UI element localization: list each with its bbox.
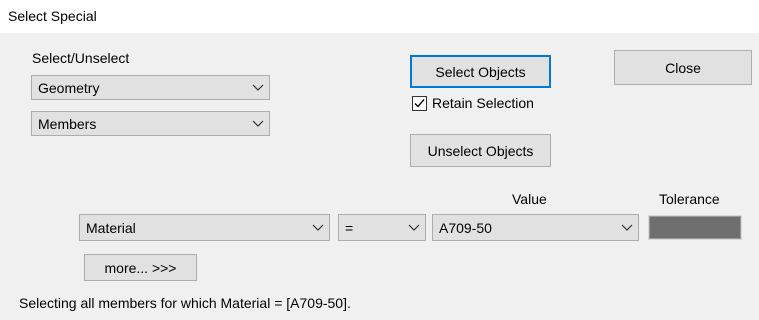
title-bar: Select Special [0, 0, 759, 33]
select-objects-button[interactable]: Select Objects [410, 55, 551, 88]
value-combo[interactable]: A709-50 [432, 214, 639, 241]
status-text: Selecting all members for which Material… [19, 295, 351, 311]
window-title: Select Special [8, 8, 97, 24]
chevron-down-icon [247, 76, 269, 99]
property-combo-value: Material [86, 219, 136, 236]
members-combo-value: Members [38, 115, 97, 132]
value-combo-value: A709-50 [439, 219, 492, 236]
tolerance-header: Tolerance [659, 191, 720, 207]
value-header: Value [512, 191, 547, 207]
chevron-down-icon [403, 215, 425, 240]
tolerance-swatch[interactable] [648, 215, 742, 240]
operator-combo[interactable]: = [338, 214, 426, 241]
more-button[interactable]: more... >>> [84, 254, 197, 281]
geometry-combo-value: Geometry [38, 79, 100, 96]
checkmark-icon [414, 99, 425, 108]
dialog-body: Select/Unselect Geometry Members Select … [0, 33, 759, 320]
unselect-objects-button[interactable]: Unselect Objects [410, 134, 551, 167]
close-button[interactable]: Close [614, 50, 752, 85]
retain-selection-label: Retain Selection [432, 95, 534, 111]
select-unselect-label: Select/Unselect [32, 50, 130, 66]
chevron-down-icon [616, 215, 638, 240]
retain-selection-checkbox[interactable] [412, 96, 427, 111]
chevron-down-icon [307, 215, 329, 240]
property-combo[interactable]: Material [79, 214, 330, 241]
operator-combo-value: = [345, 219, 354, 236]
geometry-combo[interactable]: Geometry [31, 75, 270, 100]
members-combo[interactable]: Members [31, 111, 270, 136]
chevron-down-icon [247, 112, 269, 135]
